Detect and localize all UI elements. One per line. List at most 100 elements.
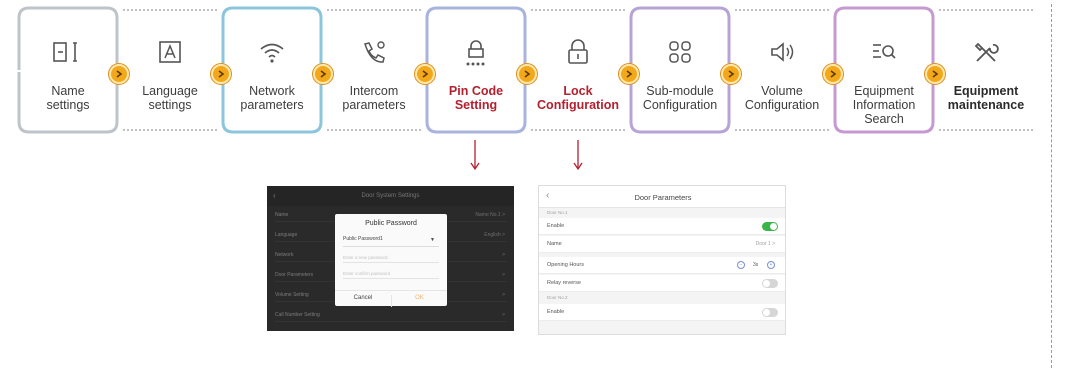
group-label: Door No.2 bbox=[547, 295, 568, 300]
step-label-line: Name bbox=[51, 84, 85, 98]
enable-toggle[interactable] bbox=[762, 222, 778, 231]
step-label: Volume Configuration bbox=[731, 84, 833, 112]
step-language: Language settings bbox=[119, 6, 221, 134]
screen-title: Door Parameters bbox=[634, 193, 692, 202]
row-label: Name bbox=[275, 212, 289, 218]
row-label: Language bbox=[275, 232, 298, 238]
list-search-icon bbox=[873, 44, 896, 59]
step-label-line: settings bbox=[148, 98, 192, 112]
chevron-right-icon bbox=[415, 64, 435, 84]
row-label: Name bbox=[547, 241, 562, 247]
chevron-right-icon bbox=[721, 64, 741, 84]
row-label: Enable bbox=[547, 223, 565, 229]
padlock-icon bbox=[568, 39, 588, 64]
speaker-icon bbox=[771, 42, 794, 62]
step-label-line: Intercom bbox=[349, 84, 399, 98]
row-value: > bbox=[502, 272, 505, 278]
step-lock: Lock Configuration bbox=[527, 6, 629, 134]
step-label: Equipment maintenance bbox=[935, 84, 1037, 112]
row-label: Volume Setting bbox=[275, 292, 309, 298]
chevron-right-icon bbox=[313, 64, 333, 84]
settings-row[interactable]: Call Number Setting > bbox=[275, 308, 507, 322]
pin-lock-icon bbox=[466, 40, 485, 66]
name-row[interactable]: Name Door 1 > bbox=[539, 236, 785, 253]
step-label-line: Pin Code bbox=[448, 84, 504, 98]
step-label-line: settings bbox=[46, 98, 90, 112]
row-label: Network bbox=[275, 252, 294, 258]
step-label-line: Language bbox=[142, 84, 198, 98]
row-value: English > bbox=[484, 232, 505, 238]
chevron-right-icon bbox=[517, 64, 537, 84]
dialog-buttons: Cancel OK bbox=[335, 290, 447, 307]
row-label: Door Parameters bbox=[275, 272, 314, 278]
step-label-line: Search bbox=[864, 112, 904, 126]
step-info: Equipment Information Search bbox=[833, 6, 935, 134]
chevron-right-icon bbox=[619, 64, 639, 84]
password-select-value: Public Password1 bbox=[343, 236, 383, 242]
step-label: Network parameters bbox=[221, 84, 323, 112]
row-value: Door 1 > bbox=[755, 241, 775, 247]
step-intercom: Intercom parameters bbox=[323, 6, 425, 134]
down-arrow-lock-config bbox=[573, 140, 583, 171]
step-label-line: Volume bbox=[761, 84, 803, 98]
row-label: Relay reverse bbox=[547, 280, 581, 286]
enable-toggle[interactable] bbox=[762, 308, 778, 317]
ok-button[interactable]: OK bbox=[391, 295, 447, 307]
cancel-button[interactable]: Cancel bbox=[335, 295, 391, 301]
step-label-line: Network bbox=[249, 84, 295, 98]
password-select[interactable]: Public Password1 ▼ bbox=[343, 236, 439, 247]
row-label: Opening Hours bbox=[547, 262, 584, 268]
phone-settings-icon bbox=[364, 41, 385, 63]
step-label-line: parameters bbox=[240, 98, 304, 112]
step-label-line: Configuration bbox=[537, 98, 619, 112]
step-label: Intercom parameters bbox=[323, 84, 425, 112]
screen-header: ‹ Door System Settings bbox=[267, 186, 514, 206]
step-label: Lock Configuration bbox=[527, 84, 629, 112]
step-pin: Pin Code Setting bbox=[425, 6, 527, 134]
wifi-icon bbox=[260, 43, 284, 63]
step-label: Language settings bbox=[119, 84, 221, 112]
step-label-line: maintenance bbox=[947, 98, 1025, 112]
step-label-line: Setting bbox=[454, 98, 498, 112]
chevron-right-icon bbox=[211, 64, 231, 84]
step-label: Sub-module Configuration bbox=[629, 84, 731, 112]
caret-down-icon: ▼ bbox=[430, 237, 435, 243]
public-password-dialog: Public Password Public Password1 ▼ Enter… bbox=[335, 214, 447, 307]
text-cursor-icon bbox=[53, 42, 77, 62]
screen-title: Door System Settings bbox=[361, 193, 420, 199]
step-name: Name settings bbox=[17, 6, 119, 134]
right-dashed-divider bbox=[1051, 4, 1052, 368]
relay-reverse-row: Relay reverse bbox=[539, 275, 785, 292]
door-parameters-screen: ‹ Door Parameters Door No.1 Enable Name … bbox=[538, 185, 786, 335]
chevron-right-icon bbox=[109, 64, 129, 84]
screen-header: ‹ Door Parameters bbox=[539, 186, 785, 208]
confirm-password-field[interactable]: Enter confirm password bbox=[343, 268, 439, 279]
step-label-line: Lock bbox=[563, 84, 593, 98]
row-value: > bbox=[502, 312, 505, 318]
relay-reverse-toggle[interactable] bbox=[762, 279, 778, 288]
step-submodule: Sub-module Configuration bbox=[629, 6, 731, 134]
step-network: Network parameters bbox=[221, 6, 323, 134]
step-label-line: Sub-module bbox=[646, 84, 714, 98]
step-volume: Volume Configuration bbox=[731, 6, 833, 134]
new-password-field[interactable]: Enter a new password bbox=[343, 252, 439, 263]
step-label: Pin Code Setting bbox=[425, 84, 527, 112]
step-label-line: Equipment bbox=[854, 84, 914, 98]
down-arrow-pin-code bbox=[470, 140, 480, 171]
step-label-line: Configuration bbox=[744, 98, 820, 112]
row-value: Name No.1 > bbox=[475, 212, 505, 218]
chevron-right-icon bbox=[823, 64, 843, 84]
step-label: Equipment Information Search bbox=[833, 84, 935, 126]
step-label-line: Configuration bbox=[642, 98, 718, 112]
plus-icon[interactable]: + bbox=[767, 261, 775, 269]
language-a-icon bbox=[159, 41, 181, 63]
step-label-line: parameters bbox=[342, 98, 406, 112]
public-password-screen: ‹ Door System Settings Name Name No.1 > … bbox=[267, 186, 514, 331]
minus-icon[interactable]: − bbox=[737, 261, 745, 269]
row-value: > bbox=[502, 252, 505, 258]
enable-row: Enable bbox=[539, 304, 785, 321]
dialog-title: Public Password bbox=[365, 220, 417, 227]
row-label: Call Number Setting bbox=[275, 312, 320, 318]
step-label-line: Information bbox=[852, 98, 916, 112]
group-label: Door No.1 bbox=[547, 210, 568, 215]
